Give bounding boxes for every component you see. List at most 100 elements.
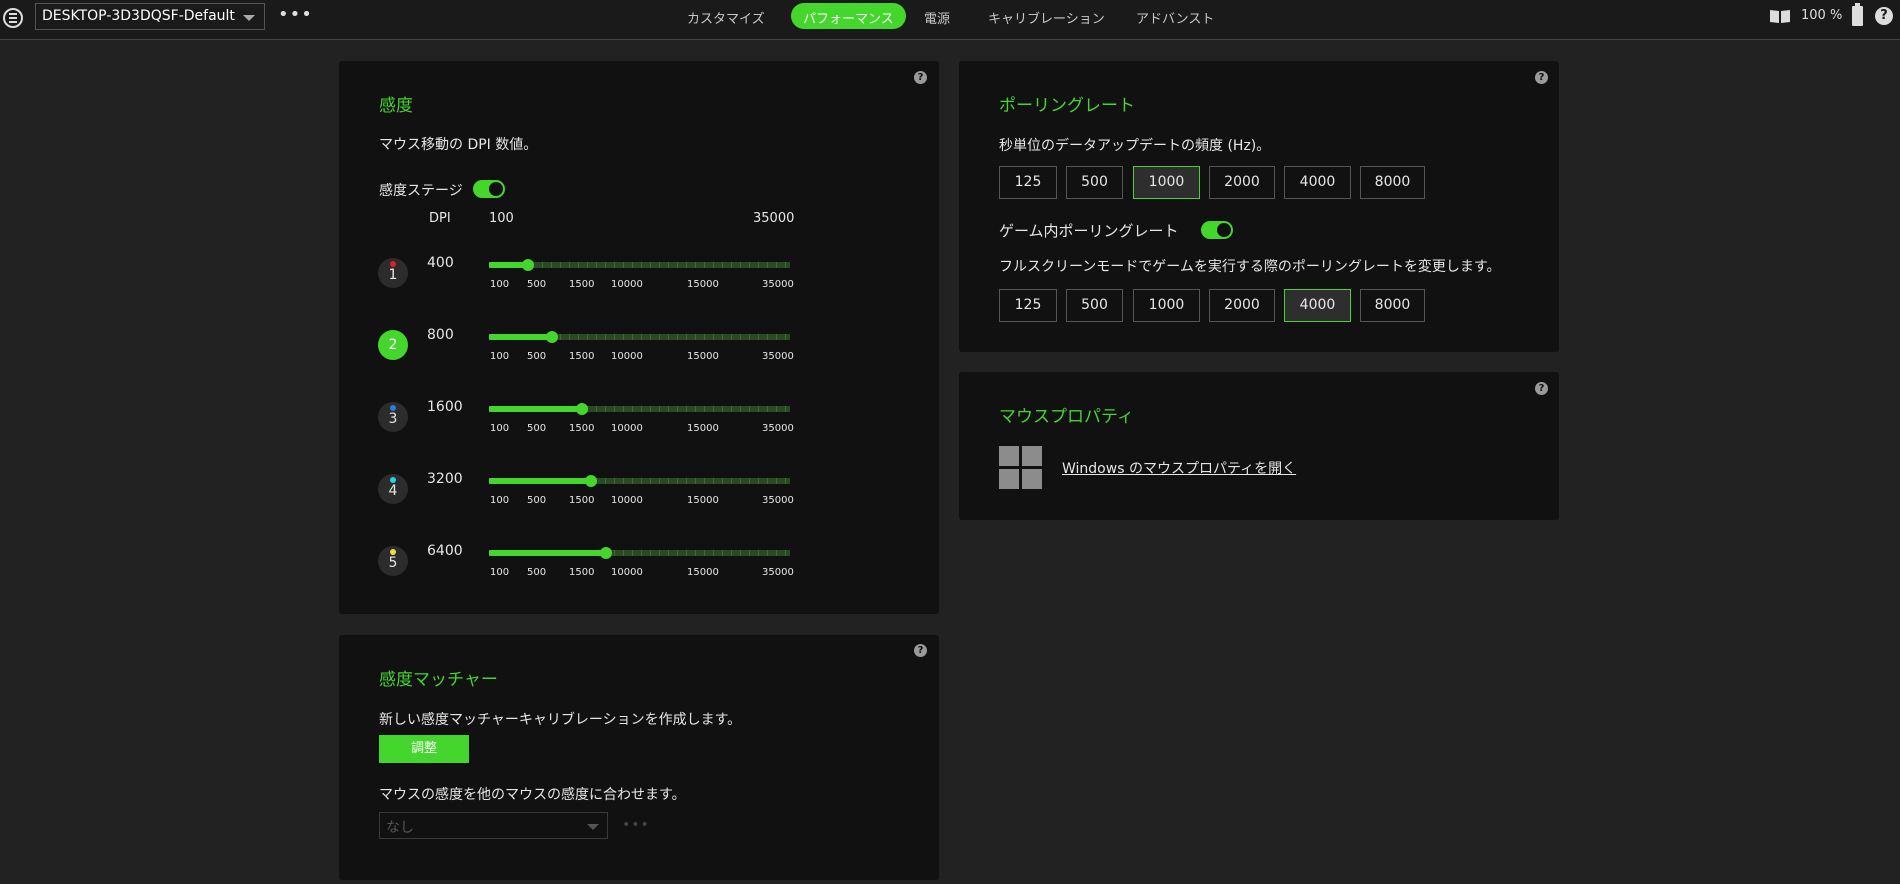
dpi-slider-thumb[interactable]	[585, 475, 597, 487]
stage-5-button[interactable]: 5	[378, 546, 408, 576]
polling-rate-4000-button[interactable]: 4000	[1284, 166, 1351, 199]
tick-label: 1500	[569, 495, 595, 506]
tab-power[interactable]: 電源	[924, 3, 950, 29]
zoom-level: 100 %	[1801, 8, 1843, 23]
dpi-slider-thumb[interactable]	[600, 547, 612, 559]
dpi-slider[interactable]	[489, 259, 790, 271]
dpi-slider-fill	[489, 334, 552, 340]
help-icon[interactable]: ?	[1535, 71, 1548, 84]
tick-label: 500	[527, 279, 547, 290]
tick-label: 1500	[569, 351, 595, 362]
tick-label: 500	[527, 495, 547, 506]
tick-label: 35000	[762, 495, 794, 506]
top-bar: DESKTOP-3D3DQSF-Default ••• カスタマイズ パフォーマ…	[0, 0, 1900, 40]
help-icon[interactable]: ?	[1875, 7, 1893, 25]
panel-title: 感度	[379, 96, 413, 116]
dpi-slider[interactable]	[489, 475, 790, 487]
tab-advanced[interactable]: アドバンスト	[1136, 3, 1214, 29]
sensitivity-panel: ? 感度 マウス移動の DPI 数値。 感度ステージ DPI 100 35000…	[339, 61, 939, 614]
tab-calibration[interactable]: キャリブレーション	[988, 3, 1105, 29]
help-icon[interactable]: ?	[1535, 382, 1548, 395]
ingame-polling-toggle[interactable]	[1201, 221, 1233, 239]
dpi-slider[interactable]	[489, 547, 790, 559]
ingame-polling-rate-8000-button[interactable]: 8000	[1360, 289, 1425, 322]
stage-number: 4	[388, 483, 398, 499]
polling-rate-1000-button[interactable]: 1000	[1133, 166, 1200, 199]
dpi-slider-thumb[interactable]	[522, 259, 534, 271]
polling-rate-125-button[interactable]: 125	[999, 166, 1057, 199]
tick-label: 10000	[611, 567, 643, 578]
help-icon[interactable]: ?	[914, 71, 927, 84]
panel-title: マウスプロパティ	[999, 407, 1134, 427]
tick-label: 100	[490, 567, 510, 578]
tab-customize[interactable]: カスタマイズ	[687, 3, 765, 29]
stage-2-button[interactable]: 2	[378, 330, 408, 360]
ingame-polling-rate-1000-button[interactable]: 1000	[1133, 289, 1200, 322]
tick-label: 35000	[762, 351, 794, 362]
stage-3-button[interactable]: 3	[378, 402, 408, 432]
tick-label: 100	[490, 351, 510, 362]
tab-performance[interactable]: パフォーマンス	[791, 3, 906, 29]
tick-label: 100	[490, 279, 510, 290]
book-icon[interactable]	[1769, 9, 1791, 24]
tick-label: 35000	[762, 279, 794, 290]
stage-color-dot	[390, 261, 396, 267]
stage-dpi-value[interactable]: 6400	[427, 543, 463, 559]
tick-label: 35000	[762, 567, 794, 578]
mouse-properties-link[interactable]: Windows のマウスプロパティを開く	[1062, 458, 1296, 478]
stage-dpi-value[interactable]: 3200	[427, 471, 463, 487]
stage-number: 1	[388, 267, 398, 283]
matcher-more-button[interactable]: •••	[622, 817, 650, 833]
tick-label: 1500	[569, 279, 595, 290]
stage-4-button[interactable]: 4	[378, 474, 408, 504]
dpi-slider[interactable]	[489, 331, 790, 343]
chevron-down-icon	[587, 824, 599, 830]
dpi-slider-thumb[interactable]	[546, 331, 558, 343]
polling-rate-500-button[interactable]: 500	[1066, 166, 1123, 199]
help-icon[interactable]: ?	[914, 644, 927, 657]
range-min: 100	[489, 211, 514, 226]
stage-number: 2	[388, 337, 398, 353]
tick-label: 10000	[611, 351, 643, 362]
matcher-description: 新しい感度マッチャーキャリブレーションを作成します。	[379, 712, 742, 728]
calibrate-button[interactable]: 調整	[379, 735, 469, 763]
ingame-polling-rate-500-button[interactable]: 500	[1066, 289, 1123, 322]
mouse-select[interactable]: なし	[379, 812, 608, 839]
tick-label: 10000	[611, 279, 643, 290]
tick-label: 500	[527, 351, 547, 362]
tick-label: 35000	[762, 423, 794, 434]
stage-dpi-value[interactable]: 400	[427, 255, 454, 271]
tick-label: 15000	[687, 495, 719, 506]
panel-title: ポーリングレート	[999, 96, 1135, 116]
stage-dpi-value[interactable]: 800	[427, 327, 454, 343]
sensitivity-matcher-panel: ? 感度マッチャー 新しい感度マッチャーキャリブレーションを作成します。 調整 …	[339, 635, 939, 880]
ingame-polling-rate-125-button[interactable]: 125	[999, 289, 1057, 322]
polling-description: 秒単位のデータアップデートの頻度 (Hz)。	[999, 138, 1271, 154]
polling-rate-2000-button[interactable]: 2000	[1209, 166, 1275, 199]
stage-dpi-value[interactable]: 1600	[427, 399, 463, 415]
tick-label: 500	[527, 423, 547, 434]
dpi-slider-thumb[interactable]	[576, 403, 588, 415]
mouse-select-value: なし	[386, 820, 414, 836]
stage-1-button[interactable]: 1	[378, 258, 408, 288]
ingame-polling-label: ゲーム内ポーリングレート	[999, 222, 1179, 240]
windows-icon	[999, 446, 1043, 490]
stage-number: 3	[388, 411, 398, 427]
dpi-slider-fill	[489, 406, 582, 412]
tick-label: 100	[490, 423, 510, 434]
tick-label: 15000	[687, 567, 719, 578]
ingame-polling-rate-4000-button[interactable]: 4000	[1284, 289, 1351, 322]
mouse-properties-panel: ? マウスプロパティ Windows のマウスプロパティを開く	[959, 372, 1559, 520]
stage-color-dot	[390, 477, 396, 483]
main-nav: カスタマイズ パフォーマンス 電源 キャリブレーション アドバンスト	[0, 0, 1900, 32]
tick-label: 100	[490, 495, 510, 506]
tick-label: 10000	[611, 495, 643, 506]
ingame-polling-rate-2000-button[interactable]: 2000	[1209, 289, 1275, 322]
stages-toggle[interactable]	[473, 180, 505, 198]
tick-label: 15000	[687, 423, 719, 434]
stages-label: 感度ステージ	[379, 183, 463, 199]
dpi-slider[interactable]	[489, 403, 790, 415]
tick-label: 1500	[569, 423, 595, 434]
polling-rate-8000-button[interactable]: 8000	[1360, 166, 1425, 199]
dpi-slider-fill	[489, 550, 606, 556]
